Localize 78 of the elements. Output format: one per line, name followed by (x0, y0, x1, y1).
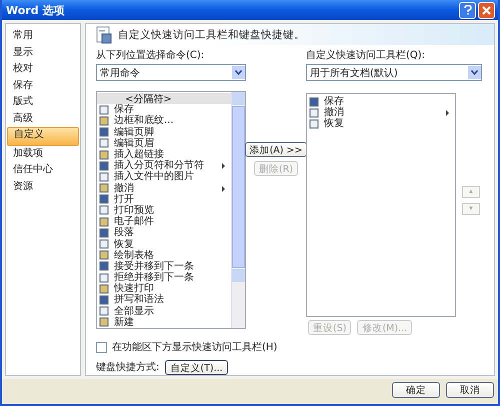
ok-button[interactable]: 确定 (392, 382, 440, 398)
command-icon (99, 172, 109, 182)
toolbar-label: 自定义快速访问工具栏(Q): (306, 49, 426, 62)
command-icon (99, 116, 109, 126)
command-item[interactable]: 打开 (97, 194, 231, 205)
command-item[interactable]: 编辑页眉 (97, 138, 231, 149)
close-button[interactable] (478, 2, 495, 18)
toolbar-scope-dropdown[interactable]: 用于所有文档(默认) (306, 64, 482, 81)
command-item[interactable]: 撤消 (97, 182, 231, 194)
command-item[interactable]: 新建 (97, 316, 231, 328)
close-icon (482, 6, 491, 14)
command-icon (99, 250, 109, 260)
command-item[interactable]: 插入超链接 (97, 148, 231, 160)
command-icon (99, 306, 109, 316)
command-icon (99, 160, 109, 171)
command-icon (99, 261, 109, 272)
toolbar-document-icon (96, 26, 112, 44)
command-icon (99, 138, 109, 148)
command-icon (99, 216, 109, 227)
sidebar-item[interactable]: 版式 (7, 94, 79, 110)
command-icon (99, 317, 109, 328)
sidebar-item[interactable]: 保存 (7, 78, 79, 94)
help-icon (464, 5, 472, 15)
command-item[interactable]: 全部显示 (97, 306, 231, 317)
command-item[interactable]: 快速打印 (97, 283, 231, 294)
scrollbar[interactable] (231, 92, 245, 328)
command-icon (99, 150, 109, 160)
command-icon (309, 118, 319, 129)
command-item[interactable]: <分隔符> (97, 93, 231, 104)
command-icon (99, 104, 109, 115)
command-icon (99, 272, 109, 283)
command-item[interactable]: 拒绝并移到下一条 (97, 272, 231, 284)
sidebar-item[interactable]: 常用 (7, 28, 79, 44)
command-item[interactable]: 恢复 (97, 238, 231, 250)
command-item[interactable]: 电子邮件 (97, 216, 231, 228)
command-item[interactable]: 打印预览 (97, 204, 231, 216)
command-item[interactable]: 保存 (97, 104, 231, 116)
command-item[interactable]: 编辑页脚 (97, 126, 231, 138)
command-icon (99, 127, 109, 138)
command-item[interactable]: 拼写和语法 (97, 294, 231, 306)
toolbar-item[interactable]: 恢复 (307, 118, 455, 130)
command-icon (99, 205, 109, 216)
toolbar-item[interactable]: 撤消 (307, 107, 455, 118)
window-title: Word 选项 (6, 2, 64, 18)
source-label: 从下列位置选择命令(C): (96, 49, 206, 62)
command-icon (99, 194, 109, 204)
command-icon (99, 183, 109, 194)
sidebar-item[interactable]: 显示 (7, 44, 79, 61)
source-dropdown[interactable]: 常用命令 (96, 64, 246, 81)
chevron-down-icon (235, 70, 242, 75)
command-item[interactable]: 绘制表格 (97, 250, 231, 261)
sidebar-item[interactable]: 自定义 (7, 127, 79, 146)
command-icon (99, 228, 109, 238)
command-icon (99, 294, 109, 305)
command-item[interactable]: 插入文件中的图片 (97, 171, 231, 182)
help-button[interactable] (459, 2, 476, 18)
command-item[interactable]: 接受并移到下一条 (97, 260, 231, 272)
command-item[interactable]: 边框和底纹... (97, 115, 231, 127)
command-item[interactable]: 段落 (97, 227, 231, 238)
header-text: 自定义快速访问工具栏和键盘快捷键。 (118, 28, 305, 42)
cancel-button[interactable]: 取消 (446, 382, 494, 398)
command-icon (99, 284, 109, 294)
sidebar-item[interactable]: 资源 (7, 178, 79, 195)
command-icon (309, 108, 319, 118)
toolbar-item[interactable]: 保存 (307, 96, 455, 108)
checkbox-label: 在功能区下方显示快速访问工具栏(H) (112, 341, 278, 354)
sidebar-item[interactable]: 高级 (7, 110, 79, 127)
sidebar-item[interactable]: 校对 (7, 61, 79, 78)
command-icon (309, 96, 319, 107)
add-button[interactable]: 添加(A) >> (244, 142, 308, 157)
customize-button[interactable]: 自定义(T)... (165, 360, 228, 375)
command-item[interactable]: 插入分页符和分节符 (97, 160, 231, 172)
command-icon (99, 239, 109, 250)
chevron-down-icon (471, 70, 478, 75)
shortcuts-label: 键盘快捷方式: (96, 361, 160, 374)
sidebar-item[interactable]: 加载项 (7, 146, 79, 162)
sidebar-item[interactable]: 信任中心 (7, 162, 79, 178)
checkbox[interactable] (96, 342, 107, 353)
